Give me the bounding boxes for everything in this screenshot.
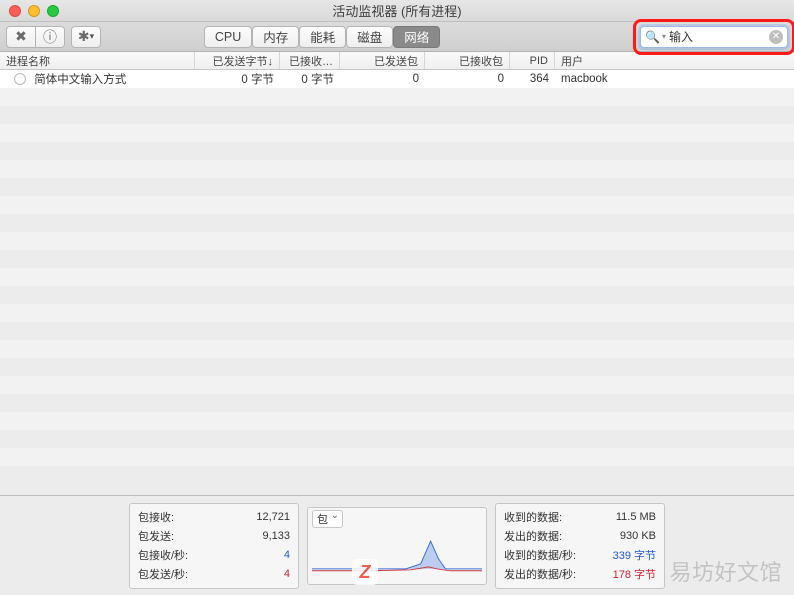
- col-recv-bytes[interactable]: 已接收…: [280, 52, 340, 69]
- search-icon: 🔍: [645, 30, 660, 44]
- inspect-process-button[interactable]: ⓘ: [35, 26, 65, 48]
- empty-row: [0, 214, 794, 232]
- pkt-in-rate-label: 包接收/秒:: [138, 546, 229, 565]
- table-row[interactable]: 简体中文输入方式 0 字节 0 字节 0 0 364 macbook: [0, 70, 794, 88]
- process-action-group: ✖ ⓘ: [6, 26, 65, 48]
- packets-stats-panel: 包接收:12,721 包发送:9,133 包接收/秒:4 包发送/秒:4: [129, 503, 299, 589]
- clear-search-button[interactable]: ✕: [769, 30, 783, 44]
- empty-row: [0, 286, 794, 304]
- data-out-rate-value: 178 字节: [599, 565, 656, 584]
- col-sent-packets[interactable]: 已发送包: [340, 52, 425, 69]
- cell-sent-bytes: 0 字节: [195, 71, 280, 87]
- pkt-out-rate-label: 包发送/秒:: [138, 565, 229, 584]
- cell-pid: 364: [510, 73, 555, 85]
- empty-row: [0, 250, 794, 268]
- cell-process-name: 简体中文输入方式: [0, 71, 195, 87]
- empty-row: [0, 124, 794, 142]
- tab-cpu[interactable]: CPU: [204, 26, 252, 48]
- pkt-in-rate-value: 4: [229, 546, 290, 565]
- data-out-rate-label: 发出的数据/秒:: [504, 565, 599, 584]
- process-icon: [14, 73, 26, 85]
- empty-row: [0, 448, 794, 466]
- empty-row: [0, 358, 794, 376]
- empty-row: [0, 340, 794, 358]
- col-sent-bytes[interactable]: 已发送字节↓: [195, 52, 280, 69]
- data-out-label: 发出的数据:: [504, 527, 599, 546]
- search-input[interactable]: 🔍 ▾ 输入 ✕: [640, 26, 788, 48]
- pkt-in-label: 包接收:: [138, 508, 229, 527]
- search-dropdown-icon: ▾: [662, 32, 666, 41]
- action-menu-button[interactable]: ✱: [71, 26, 101, 48]
- gear-icon: ✱: [78, 28, 90, 45]
- table-header: 进程名称 已发送字节↓ 已接收… 已发送包 已接收包 PID 用户: [0, 52, 794, 70]
- window-title: 活动监视器 (所有进程): [0, 1, 794, 20]
- network-chart: [312, 528, 482, 580]
- empty-row: [0, 430, 794, 448]
- info-icon: ⓘ: [43, 27, 57, 47]
- empty-row: [0, 142, 794, 160]
- tab-energy[interactable]: 能耗: [299, 26, 346, 48]
- empty-row: [0, 394, 794, 412]
- cell-recv-bytes: 0 字节: [280, 71, 340, 87]
- cell-user: macbook: [555, 73, 794, 85]
- tab-disk[interactable]: 磁盘: [346, 26, 393, 48]
- empty-row: [0, 376, 794, 394]
- tab-memory[interactable]: 内存: [252, 26, 299, 48]
- data-in-rate-label: 收到的数据/秒:: [504, 546, 599, 565]
- pkt-out-value: 9,133: [229, 527, 290, 546]
- cell-recv-packets: 0: [425, 73, 510, 85]
- search-value: 输入: [669, 28, 769, 45]
- empty-row: [0, 88, 794, 106]
- quit-process-button[interactable]: ✖: [6, 26, 36, 48]
- col-recv-packets[interactable]: 已接收包: [425, 52, 510, 69]
- cell-sent-packets: 0: [340, 73, 425, 85]
- col-user[interactable]: 用户: [555, 52, 794, 69]
- tab-network[interactable]: 网络: [393, 26, 440, 48]
- stop-icon: ✖: [15, 28, 27, 45]
- col-pid[interactable]: PID: [510, 52, 555, 69]
- view-tabs: CPU 内存 能耗 磁盘 网络: [204, 26, 440, 48]
- empty-row: [0, 178, 794, 196]
- title-bar: 活动监视器 (所有进程): [0, 0, 794, 22]
- pkt-out-label: 包发送:: [138, 527, 229, 546]
- empty-row: [0, 466, 794, 484]
- chart-mode-select[interactable]: 包: [312, 510, 343, 528]
- empty-row: [0, 322, 794, 340]
- pkt-in-value: 12,721: [229, 508, 290, 527]
- toolbar: ✖ ⓘ ✱ CPU 内存 能耗 磁盘 网络 🔍 ▾ 输入 ✕: [0, 22, 794, 52]
- empty-row: [0, 232, 794, 250]
- data-in-rate-value: 339 字节: [599, 546, 656, 565]
- data-out-value: 930 KB: [599, 527, 656, 546]
- data-in-value: 11.5 MB: [599, 508, 656, 527]
- empty-row: [0, 196, 794, 214]
- empty-row: [0, 106, 794, 124]
- empty-row: [0, 160, 794, 178]
- empty-row: [0, 304, 794, 322]
- empty-row: [0, 412, 794, 430]
- data-in-label: 收到的数据:: [504, 508, 599, 527]
- process-name-text: 简体中文输入方式: [34, 74, 126, 86]
- process-table: 简体中文输入方式 0 字节 0 字节 0 0 364 macbook: [0, 70, 794, 493]
- network-summary-footer: 包接收:12,721 包发送:9,133 包接收/秒:4 包发送/秒:4 包 收…: [0, 495, 794, 595]
- col-process-name[interactable]: 进程名称: [0, 52, 195, 69]
- data-stats-panel: 收到的数据:11.5 MB 发出的数据:930 KB 收到的数据/秒:339 字…: [495, 503, 665, 589]
- empty-row: [0, 268, 794, 286]
- network-chart-panel: 包: [307, 507, 487, 585]
- pkt-out-rate-value: 4: [229, 565, 290, 584]
- search-container: 🔍 ▾ 输入 ✕: [640, 26, 788, 48]
